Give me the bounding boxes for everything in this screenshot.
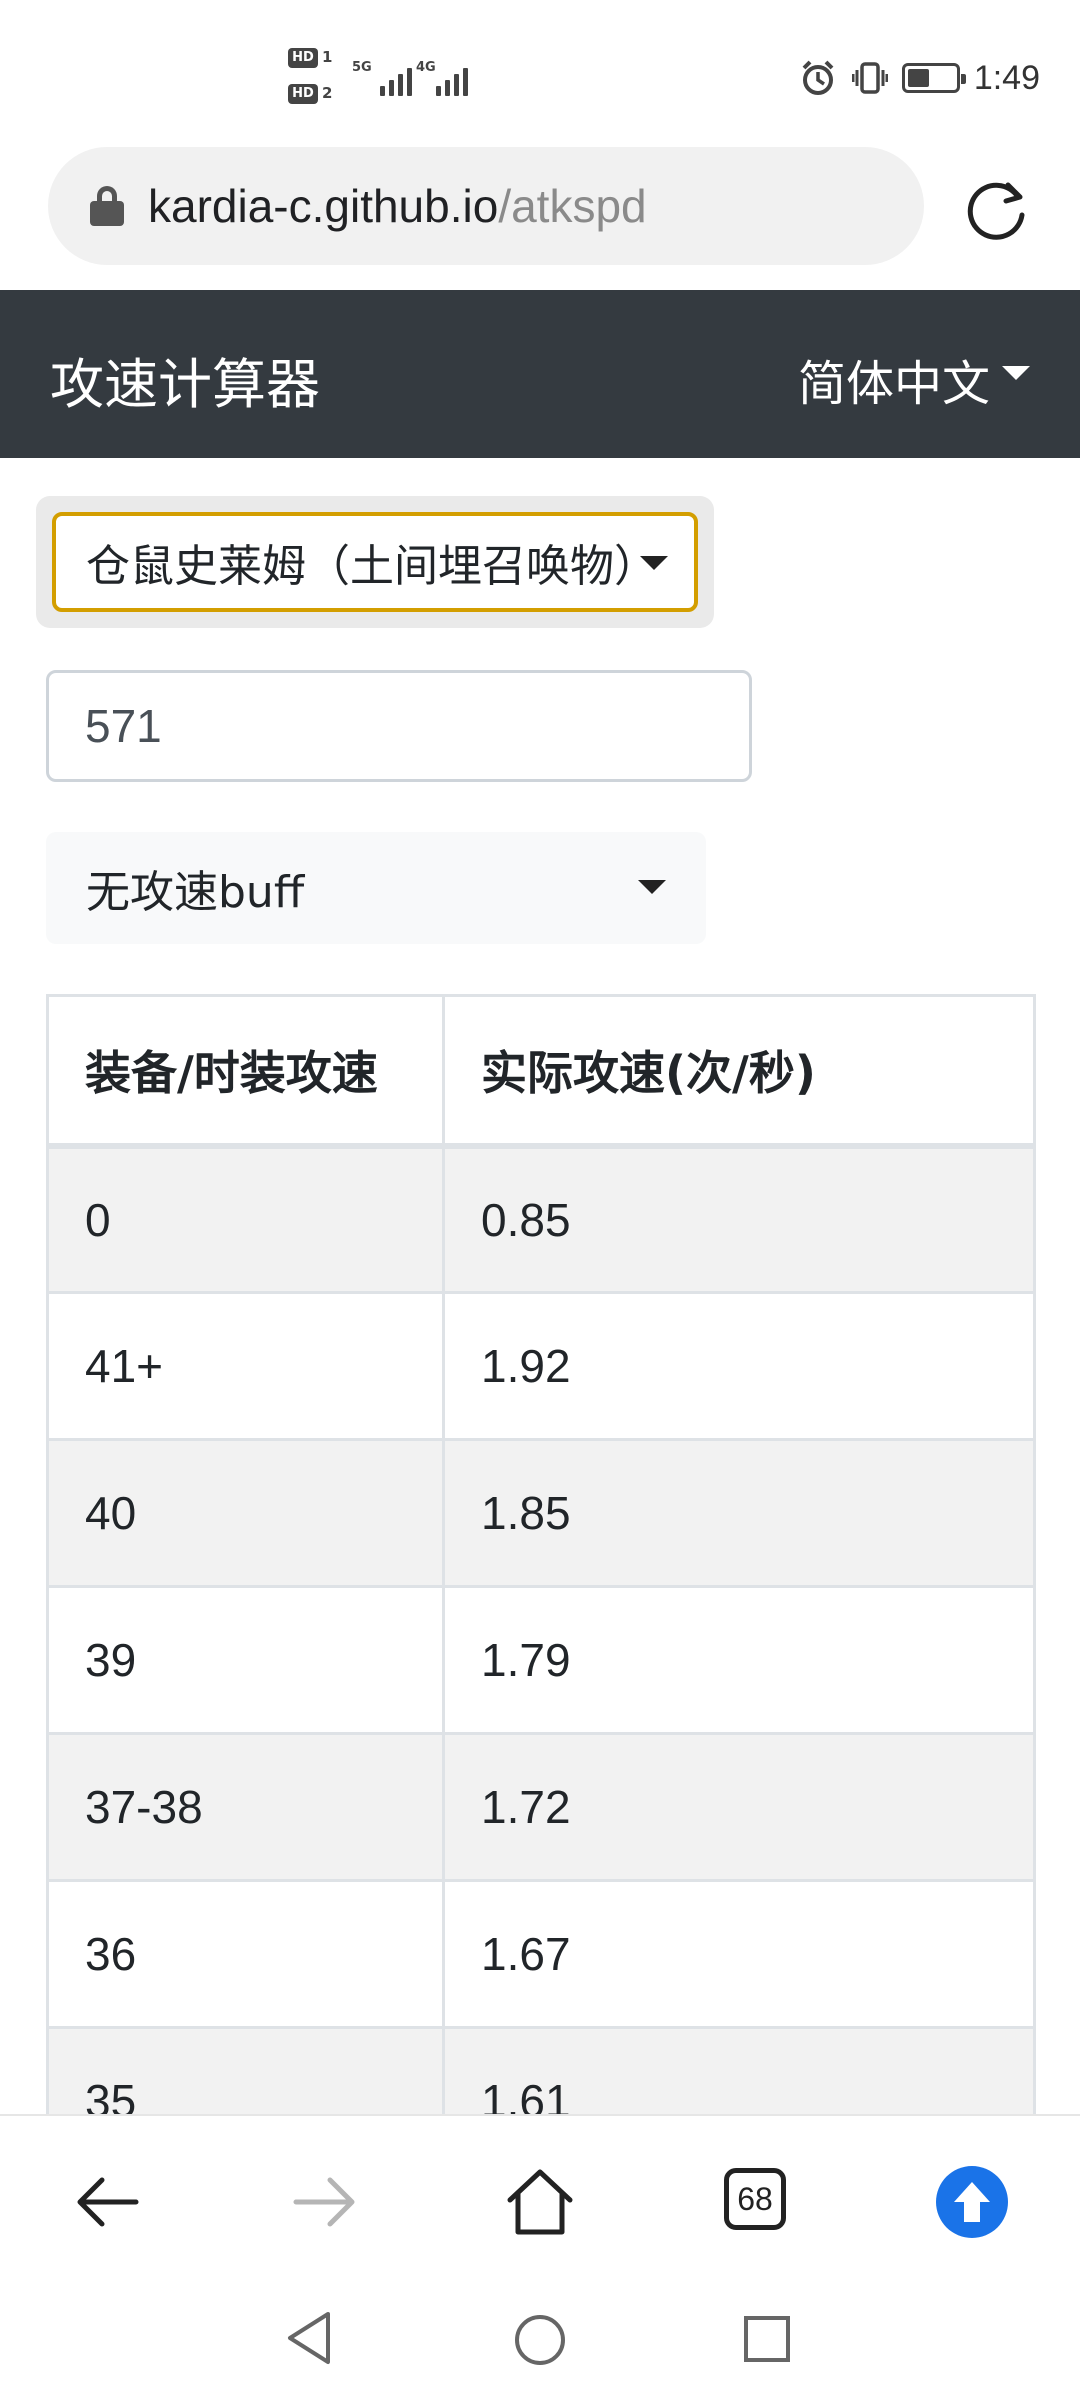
table-cell: 1.85 bbox=[442, 1438, 1036, 1588]
table-cell: 0 bbox=[46, 1144, 445, 1294]
forward-arrow-icon[interactable] bbox=[286, 2164, 362, 2240]
alarm-icon bbox=[802, 60, 834, 95]
language-dropdown[interactable]: 简体中文 bbox=[798, 344, 990, 414]
scroll-top-button[interactable] bbox=[936, 2166, 1008, 2238]
status-bar: HD 1 HD 2 5G 4G 1:49 bbox=[0, 0, 1080, 145]
network-type-2: 4G bbox=[416, 60, 436, 75]
network-type-1: 5G bbox=[352, 60, 372, 75]
attack-speed-table-wrap: 装备/时装攻速 实际攻速(次/秒) 0 0.85 41+ 1.92 40 1.85 3… bbox=[46, 994, 1036, 2176]
column-header-actual-speed: 实际攻速(次/秒) bbox=[442, 994, 1036, 1149]
brand-title[interactable]: 攻速计算器 bbox=[50, 340, 320, 419]
lock-icon bbox=[90, 186, 124, 226]
address-bar[interactable]: kardia-c.github.io/atkspd bbox=[48, 147, 924, 265]
hd-badge-2: HD bbox=[288, 84, 318, 104]
table-row: 40 1.85 bbox=[46, 1438, 1036, 1588]
table-cell: 39 bbox=[46, 1585, 445, 1735]
buff-select-value: 无攻速buff bbox=[86, 867, 305, 918]
table-cell: 1.67 bbox=[442, 1879, 1036, 2029]
value-input[interactable]: 571 bbox=[46, 670, 752, 782]
table-row: 36 1.67 bbox=[46, 1879, 1036, 2029]
table-cell: 41+ bbox=[46, 1291, 445, 1441]
tab-switcher-button[interactable]: 68 bbox=[724, 2168, 786, 2230]
caret-down-icon bbox=[640, 556, 668, 570]
table-cell: 40 bbox=[46, 1438, 445, 1588]
back-arrow-icon[interactable] bbox=[70, 2164, 146, 2240]
browser-toolbar: 68 bbox=[0, 2114, 1080, 2284]
monster-select-focus-ring: 仓鼠史莱姆（土间埋召唤物） bbox=[36, 496, 714, 628]
hd-badge-1: HD bbox=[288, 48, 318, 68]
signal-bars-1-icon bbox=[380, 62, 412, 96]
monster-select[interactable]: 仓鼠史莱姆（土间埋召唤物） bbox=[52, 512, 698, 612]
table-row: 0 0.85 bbox=[46, 1144, 1036, 1294]
battery-icon bbox=[901, 63, 966, 93]
monster-select-value: 仓鼠史莱姆（土间埋召唤物） bbox=[86, 541, 646, 592]
home-icon[interactable] bbox=[502, 2164, 578, 2240]
column-header-equipment-speed: 装备/时装攻速 bbox=[46, 994, 445, 1149]
navbar: 攻速计算器 简体中文 bbox=[0, 290, 1080, 458]
url-host: kardia-c.github.io bbox=[148, 180, 499, 232]
table-row: 39 1.79 bbox=[46, 1585, 1036, 1735]
signal-bars-2-icon bbox=[436, 62, 468, 96]
table-cell: 1.72 bbox=[442, 1732, 1036, 1882]
table-cell: 37-38 bbox=[46, 1732, 445, 1882]
table-cell: 1.92 bbox=[442, 1291, 1036, 1441]
status-icons: 1:49 bbox=[798, 56, 1040, 100]
vibrate-icon bbox=[851, 62, 888, 94]
system-nav-bar bbox=[0, 2284, 1080, 2400]
caret-down-icon[interactable] bbox=[1002, 366, 1030, 380]
table-header-row: 装备/时装攻速 实际攻速(次/秒) bbox=[46, 994, 1036, 1149]
table-cell: 1.79 bbox=[442, 1585, 1036, 1735]
system-back-icon[interactable] bbox=[284, 2310, 334, 2366]
clock: 1:49 bbox=[973, 58, 1040, 97]
system-recents-icon[interactable] bbox=[742, 2314, 792, 2364]
table-row: 41+ 1.92 bbox=[46, 1291, 1036, 1441]
table-row: 37-38 1.72 bbox=[46, 1732, 1036, 1882]
reload-icon[interactable] bbox=[962, 175, 1030, 243]
buff-select[interactable]: 无攻速buff bbox=[46, 832, 706, 944]
table-cell: 0.85 bbox=[442, 1144, 1036, 1294]
table-cell: 36 bbox=[46, 1879, 445, 2029]
arrow-up-icon bbox=[954, 2182, 990, 2222]
system-home-icon[interactable] bbox=[512, 2312, 568, 2368]
attack-speed-table: 装备/时装攻速 实际攻速(次/秒) 0 0.85 41+ 1.92 40 1.85 3… bbox=[46, 994, 1036, 2176]
sim-number-1: 1 bbox=[322, 48, 333, 66]
sim-number-2: 2 bbox=[322, 84, 333, 102]
url-path: /atkspd bbox=[498, 180, 647, 232]
address-bar-row: kardia-c.github.io/atkspd bbox=[0, 145, 1080, 290]
caret-down-icon bbox=[638, 880, 666, 894]
